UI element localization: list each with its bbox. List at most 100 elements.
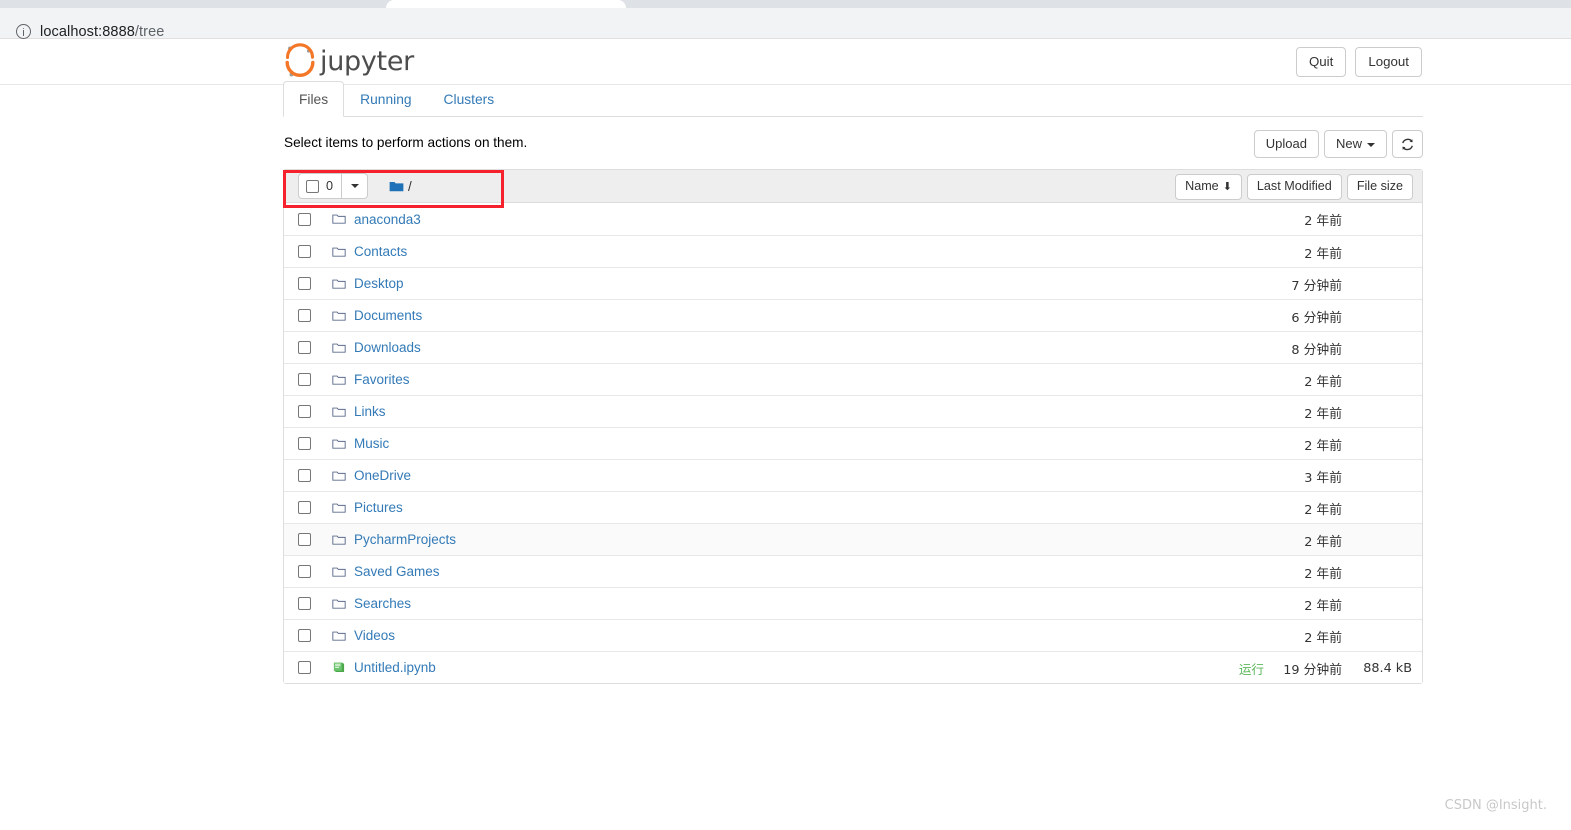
sort-by-name-button[interactable]: Name ⬇ <box>1175 174 1242 200</box>
tab-running[interactable]: Running <box>344 81 427 117</box>
folder-outline-icon <box>332 279 346 289</box>
folder-outline-icon <box>332 246 346 258</box>
breadcrumb-root[interactable]: / <box>408 179 412 194</box>
sort-by-last-modified-button[interactable]: Last Modified <box>1246 174 1342 200</box>
row-checkbox[interactable] <box>298 533 311 546</box>
row-checkbox[interactable] <box>298 309 311 322</box>
info-circle-icon[interactable] <box>16 24 31 39</box>
browser-tab-active[interactable] <box>386 0 626 8</box>
arrow-down-icon: ⬇ <box>1222 181 1232 193</box>
row-checkbox[interactable] <box>298 469 311 482</box>
file-name-link[interactable]: Searches <box>354 596 411 611</box>
browser-tab-4[interactable] <box>1224 0 1571 8</box>
file-name-link[interactable]: Favorites <box>354 372 410 387</box>
folder-outline-icon <box>332 278 346 290</box>
file-name-link[interactable]: Desktop <box>354 276 404 291</box>
file-name-link[interactable]: Music <box>354 436 389 451</box>
last-modified-value: 2 年前 <box>1304 566 1342 582</box>
file-row[interactable]: Untitled.ipynb 运行 19 分钟前 88.4 kB <box>284 651 1422 683</box>
file-row[interactable]: PycharmProjects 2 年前 <box>284 523 1422 555</box>
folder-outline-icon <box>332 310 346 322</box>
folder-outline-icon <box>332 470 346 482</box>
row-checkbox[interactable] <box>298 661 311 674</box>
last-modified-value: 2 年前 <box>1304 534 1342 550</box>
row-checkbox[interactable] <box>298 373 311 386</box>
file-row[interactable]: Music 2 年前 <box>284 427 1422 459</box>
file-name-link[interactable]: PycharmProjects <box>354 532 456 547</box>
row-checkbox[interactable] <box>298 277 311 290</box>
row-checkbox[interactable] <box>298 565 311 578</box>
file-name-link[interactable]: Pictures <box>354 500 403 515</box>
last-modified-value: 7 分钟前 <box>1291 278 1342 294</box>
file-row[interactable]: Saved Games 2 年前 <box>284 555 1422 587</box>
file-row[interactable]: Videos 2 年前 <box>284 619 1422 651</box>
file-row[interactable]: Contacts 2 年前 <box>284 235 1422 267</box>
file-name-link[interactable]: anaconda3 <box>354 212 421 227</box>
select-all-button[interactable]: 0 <box>298 173 343 199</box>
folder-outline-icon <box>332 631 346 641</box>
file-name-link[interactable]: Downloads <box>354 340 421 355</box>
file-name-link[interactable]: Links <box>354 404 386 419</box>
select-all-checkbox[interactable] <box>306 179 319 193</box>
jupyter-logo-text: jupyter <box>320 45 414 77</box>
last-modified-value: 19 分钟前 <box>1283 662 1342 678</box>
folder-outline-icon <box>332 407 346 417</box>
breadcrumb[interactable]: / <box>389 179 412 194</box>
last-modified-value: 2 年前 <box>1304 598 1342 614</box>
logout-button[interactable]: Logout <box>1355 47 1422 78</box>
browser-tab-3[interactable] <box>628 0 1222 8</box>
row-meta: 2 年前 <box>1278 396 1412 428</box>
browser-tab-1[interactable] <box>0 0 384 8</box>
browser-address-bar[interactable]: localhost:8888/tree <box>0 8 1571 40</box>
refresh-button[interactable] <box>1392 130 1423 158</box>
row-meta: 2 年前 <box>1278 428 1412 460</box>
file-name-link[interactable]: Untitled.ipynb <box>354 660 436 675</box>
tab-files[interactable]: Files <box>283 80 345 117</box>
notebook-icon <box>333 662 345 673</box>
file-row[interactable]: OneDrive 3 年前 <box>284 459 1422 491</box>
file-row[interactable]: Favorites 2 年前 <box>284 363 1422 395</box>
row-checkbox[interactable] <box>298 629 311 642</box>
row-checkbox[interactable] <box>298 341 311 354</box>
file-row[interactable]: anaconda3 2 年前 <box>284 203 1422 235</box>
row-checkbox[interactable] <box>298 597 311 610</box>
selected-count: 0 <box>326 178 334 193</box>
row-checkbox[interactable] <box>298 437 311 450</box>
file-name-link[interactable]: Documents <box>354 308 422 323</box>
sort-by-file-size-button[interactable]: File size <box>1346 174 1413 200</box>
browser-tab-strip <box>0 0 1571 8</box>
file-row[interactable]: Desktop 7 分钟前 <box>284 267 1422 299</box>
folder-outline-icon <box>332 471 346 481</box>
row-checkbox[interactable] <box>298 501 311 514</box>
row-checkbox[interactable] <box>298 245 311 258</box>
new-label: New <box>1335 136 1362 151</box>
file-name-link[interactable]: OneDrive <box>354 468 411 483</box>
select-all-dropdown-button[interactable] <box>342 173 369 199</box>
row-meta: 7 分钟前 <box>1278 268 1412 300</box>
file-row[interactable]: Pictures 2 年前 <box>284 491 1422 523</box>
file-row[interactable]: Links 2 年前 <box>284 395 1422 427</box>
last-modified-value: 2 年前 <box>1304 374 1342 390</box>
sort-buttons: Name ⬇ Last Modified File size <box>1175 174 1413 200</box>
folder-outline-icon <box>332 406 346 418</box>
file-name-link[interactable]: Videos <box>354 628 395 643</box>
folder-outline-icon <box>332 503 346 513</box>
row-checkbox[interactable] <box>298 405 311 418</box>
file-name-link[interactable]: Contacts <box>354 244 407 259</box>
jupyter-logo-icon <box>285 43 315 77</box>
row-meta: 2 年前 <box>1278 203 1412 235</box>
file-row[interactable]: Documents 6 分钟前 <box>284 299 1422 331</box>
folder-outline-icon <box>332 343 346 353</box>
jupyter-logo[interactable]: jupyter <box>283 43 414 79</box>
upload-button[interactable]: Upload <box>1253 130 1319 158</box>
tab-clusters[interactable]: Clusters <box>428 81 511 117</box>
row-meta: 2 年前 <box>1278 556 1412 588</box>
file-row[interactable]: Searches 2 年前 <box>284 587 1422 619</box>
folder-outline-icon <box>332 502 346 514</box>
row-checkbox[interactable] <box>298 212 311 226</box>
folder-outline-icon <box>332 213 346 225</box>
new-dropdown-button[interactable]: New <box>1323 130 1387 158</box>
file-row[interactable]: Downloads 8 分钟前 <box>284 331 1422 363</box>
quit-button[interactable]: Quit <box>1295 47 1347 78</box>
file-name-link[interactable]: Saved Games <box>354 564 440 579</box>
